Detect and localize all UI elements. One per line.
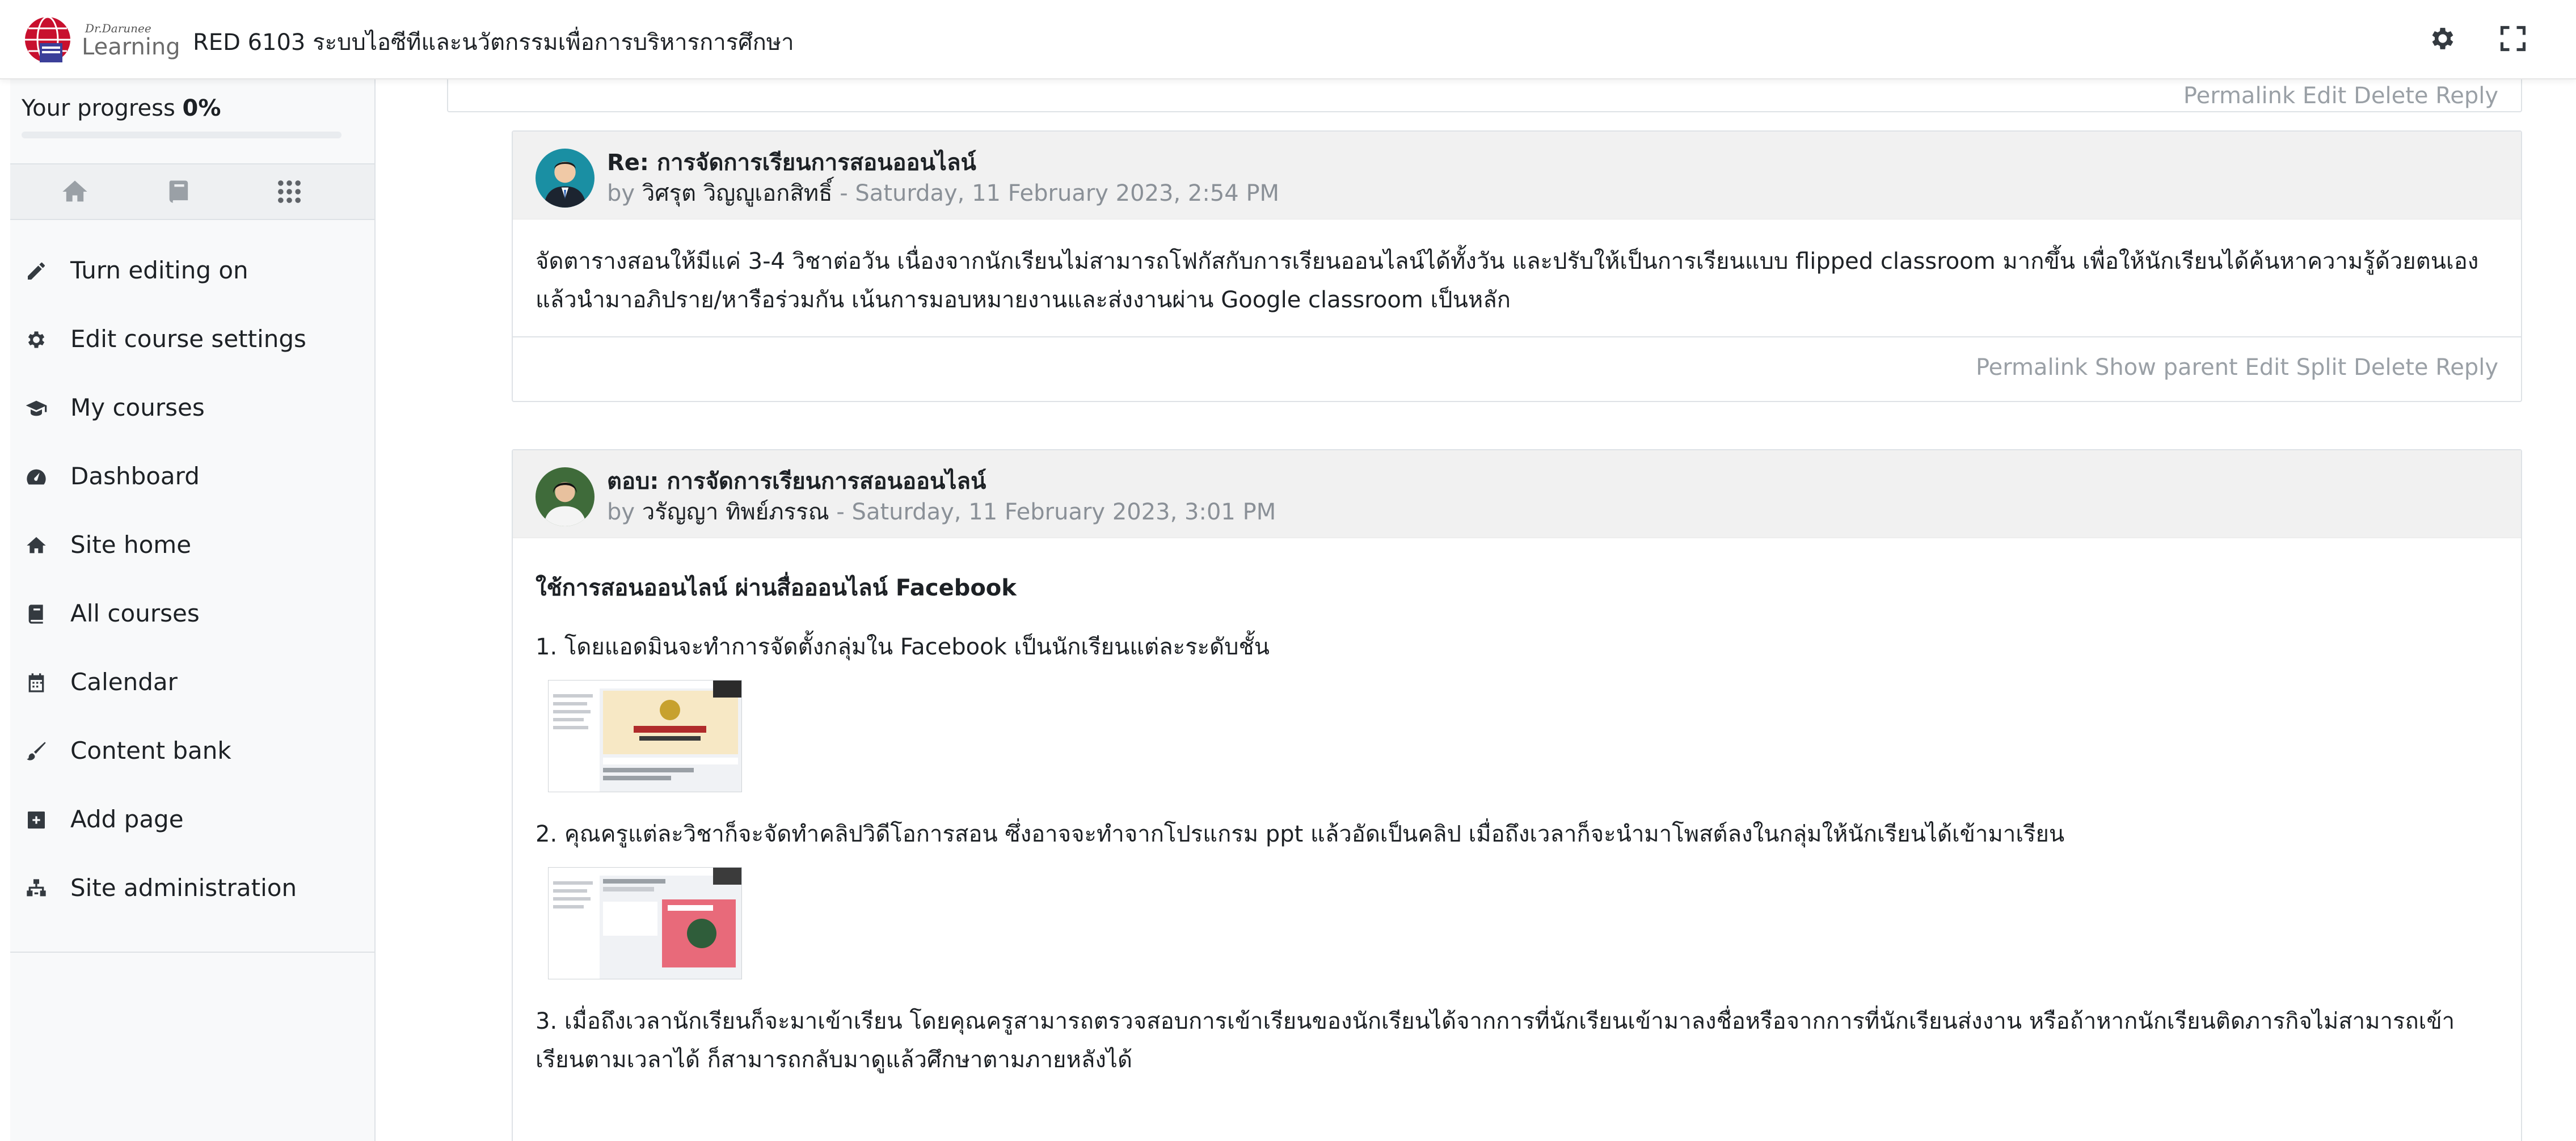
menu-label: Edit course settings <box>70 325 306 353</box>
post-byline: by วรัญญา ทิพย์ภรรณ - Saturday, 11 Febru… <box>607 493 1276 530</box>
show-parent-link[interactable]: Show parent <box>2095 354 2238 381</box>
graduation-cap-icon <box>26 400 47 416</box>
forum-post: ตอบ: การจัดการเรียนการสอนออนไลน์ by วรัญ… <box>512 449 2522 1141</box>
post-list-item: 3. เมื่อถึงเวลานักเรียนก็จะมาเข้าเรียน โ… <box>536 1008 2455 1073</box>
post-body: ใช้การสอนออนไลน์ ผ่านสื่อออนไลน์ Faceboo… <box>513 538 2521 1079</box>
permalink-link[interactable]: Permalink <box>1976 354 2088 381</box>
byline-prefix: by <box>607 180 635 206</box>
previous-post-footer: Permalink Edit Delete Reply <box>447 78 2522 112</box>
post-heading: ใช้การสอนออนไลน์ ผ่านสื่อออนไลน์ Faceboo… <box>536 575 1017 601</box>
progress-label: Your progress 0% <box>22 95 221 121</box>
menu-content-bank[interactable]: Content bank <box>10 717 374 786</box>
plus-square-icon <box>28 812 45 829</box>
menu-all-courses[interactable]: All courses <box>10 580 374 649</box>
grid-icon[interactable] <box>275 177 304 206</box>
menu-label: Dashboard <box>70 462 200 490</box>
site-logo[interactable]: Dr.Darunee Learning <box>23 12 180 67</box>
logo-wordmark: Learning <box>82 34 180 60</box>
drawer-menu: Turn editing on Edit course settings My … <box>10 237 374 923</box>
menu-calendar[interactable]: Calendar <box>10 649 374 717</box>
dashboard-icon <box>27 469 46 485</box>
post-text: จัดตารางสอนให้มีแค่ 3-4 วิชาต่อวัน เนื่อ… <box>536 248 2479 313</box>
screenshot-image <box>549 868 741 979</box>
progress-text: Your progress <box>22 95 175 121</box>
menu-site-administration[interactable]: Site administration <box>10 855 374 923</box>
forum-post: Re: การจัดการเรียนการสอนออนไลน์ by วิศรุ… <box>512 130 2522 402</box>
post-list-item: 1. โดยแอดมินจะทำการจัดตั้งกลุ่มใน Facebo… <box>536 634 1270 660</box>
home-icon[interactable] <box>60 177 90 206</box>
post-list-item: 2. คุณครูแต่ละวิชาก็จะจัดทำคลิปวิดีโอการ… <box>536 821 2065 847</box>
menu-edit-course-settings[interactable]: Edit course settings <box>10 306 374 374</box>
post-author[interactable]: วรัญญา ทิพย์ภรรณ <box>642 499 829 525</box>
menu-label: Turn editing on <box>70 256 248 284</box>
post-date: - Saturday, 11 February 2023, 2:54 PM <box>840 180 1280 206</box>
delete-link[interactable]: Delete <box>2354 354 2428 381</box>
menu-label: Add page <box>70 805 184 833</box>
discussion-thread: Permalink Edit Delete Reply Re: การจัดกา… <box>376 78 2576 1141</box>
course-drawer: Your progress 0% Turn editing on Edit co… <box>10 78 376 1141</box>
post-commands[interactable]: Permalink Edit Delete Reply <box>2183 83 2498 109</box>
post-footer: Permalink Show parent Edit Split Delete … <box>513 336 2521 401</box>
avatar[interactable] <box>536 467 595 526</box>
menu-label: Site home <box>70 531 192 559</box>
menu-dashboard[interactable]: Dashboard <box>10 443 374 512</box>
pencil-icon <box>28 263 45 280</box>
sitemap-icon <box>27 879 46 897</box>
post-date: - Saturday, 11 February 2023, 3:01 PM <box>836 499 1276 525</box>
facebook-group-screenshot[interactable] <box>548 680 742 792</box>
gear-icon[interactable] <box>2428 24 2457 53</box>
edit-link[interactable]: Edit <box>2245 354 2288 381</box>
home-icon <box>27 537 46 553</box>
menu-label: My courses <box>70 394 205 421</box>
byline-prefix: by <box>607 499 635 525</box>
avatar[interactable] <box>536 149 595 208</box>
post-byline: by วิศรุต วิญญูเอกสิทธิ์ - Saturday, 11 … <box>607 175 1279 211</box>
menu-label: Calendar <box>70 668 178 696</box>
menu-add-page[interactable]: Add page <box>10 786 374 855</box>
book-icon <box>28 605 43 624</box>
menu-label: All courses <box>70 599 200 627</box>
post-commands: Permalink Show parent Edit Split Delete … <box>1976 354 2498 381</box>
post-header: ตอบ: การจัดการเรียนการสอนออนไลน์ by วรัญ… <box>513 450 2521 538</box>
progress-bar <box>22 132 342 138</box>
reply-link[interactable]: Reply <box>2435 354 2498 381</box>
paintbrush-icon <box>27 742 46 760</box>
course-title[interactable]: RED 6103 ระบบไอซีทีและนวัตกรรมเพื่อการบร… <box>193 24 794 60</box>
menu-turn-editing-on[interactable]: Turn editing on <box>10 237 374 306</box>
calendar-icon <box>28 673 44 692</box>
post-author[interactable]: วิศรุต วิญญูเอกสิทธิ์ <box>642 180 833 206</box>
menu-site-home[interactable]: Site home <box>10 512 374 580</box>
drawer-tab-bar <box>10 163 374 220</box>
menu-label: Content bank <box>70 737 231 764</box>
video-lesson-screenshot[interactable] <box>548 867 742 979</box>
post-header: Re: การจัดการเรียนการสอนออนไลน์ by วิศรุ… <box>513 132 2521 219</box>
top-navbar: Dr.Darunee Learning RED 6103 ระบบไอซีทีแ… <box>0 0 2576 79</box>
progress-value: 0% <box>182 95 221 121</box>
screenshot-image <box>549 681 741 792</box>
book-icon[interactable] <box>165 177 194 206</box>
drawer-divider <box>10 952 374 953</box>
globe-logo-icon <box>25 16 70 64</box>
post-body: จัดตารางสอนให้มีแค่ 3-4 วิชาต่อวัน เนื่อ… <box>513 219 2521 336</box>
gear-icon <box>28 331 45 348</box>
fullscreen-icon[interactable] <box>2498 24 2528 53</box>
menu-label: Site administration <box>70 874 297 902</box>
logo-tagline: Dr.Darunee <box>85 22 151 35</box>
menu-my-courses[interactable]: My courses <box>10 374 374 443</box>
split-link[interactable]: Split <box>2296 354 2347 381</box>
